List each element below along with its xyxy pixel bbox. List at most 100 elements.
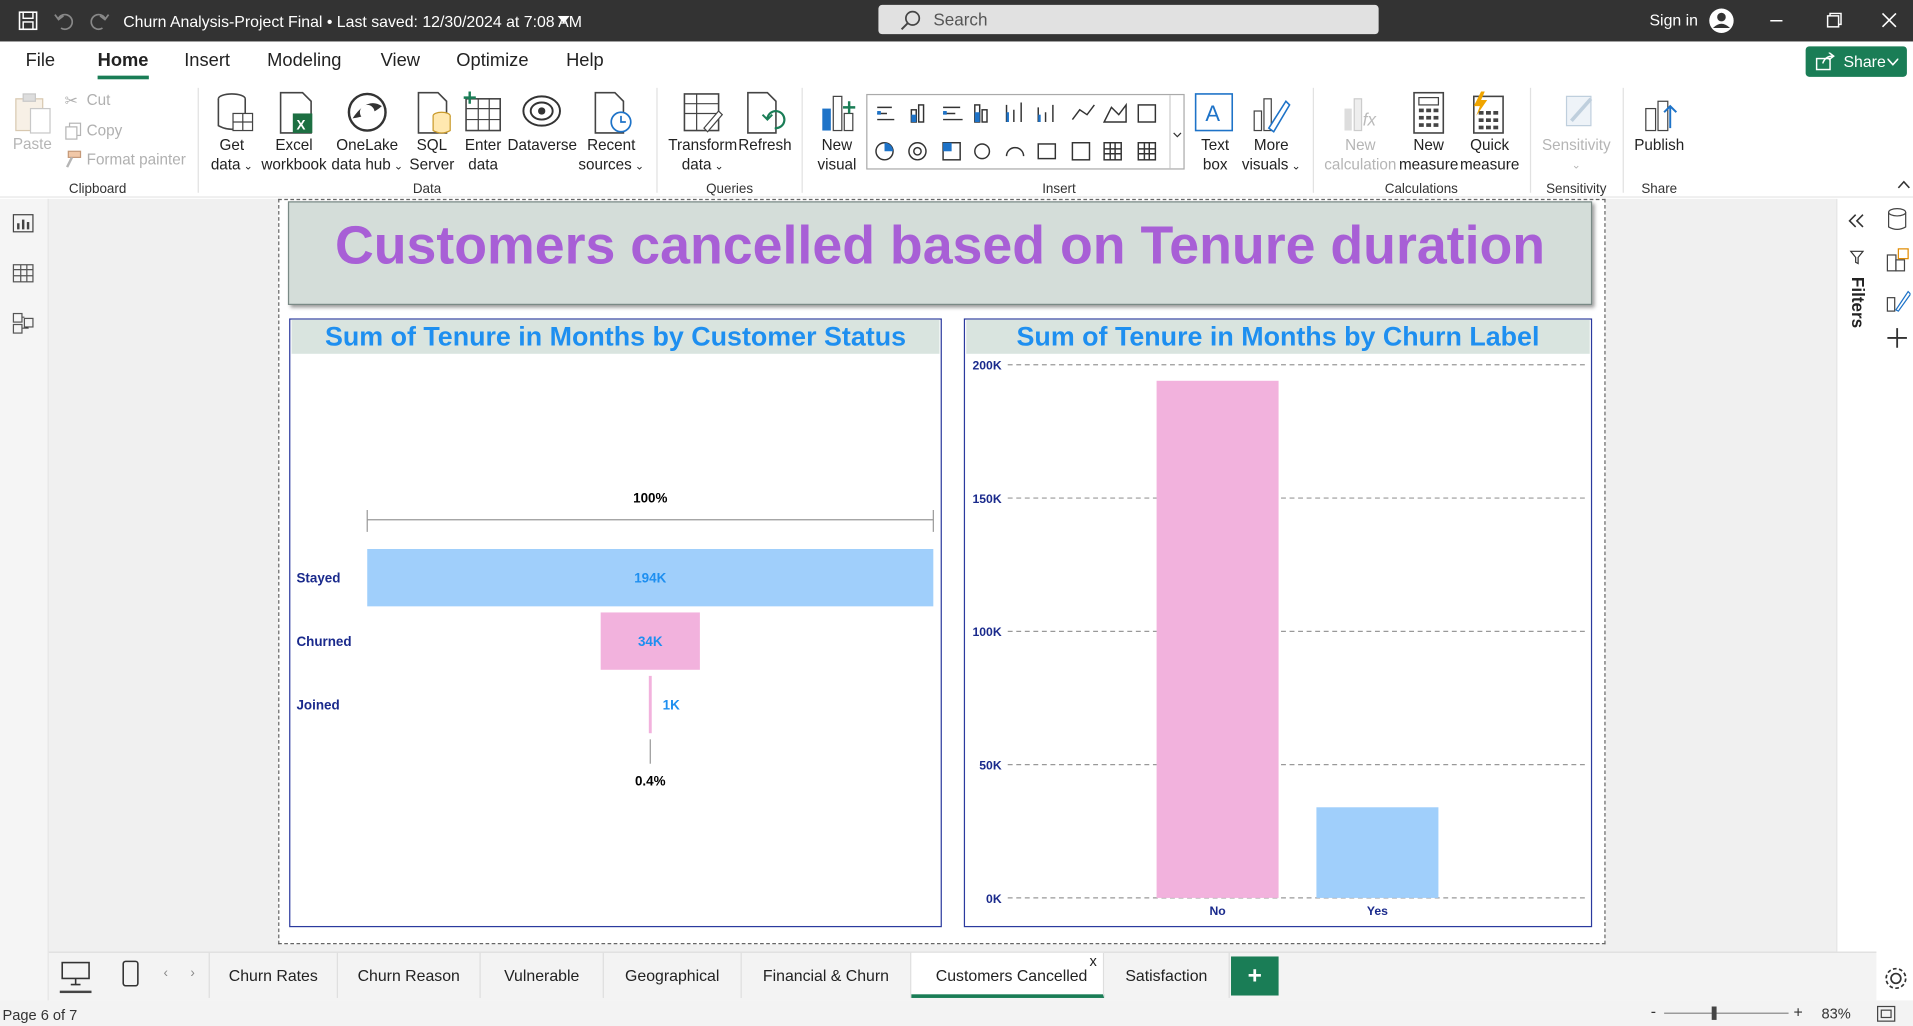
funnel-chart-card[interactable]: Sum of Tenure in Months by Customer Stat…	[289, 318, 942, 928]
new-measure-icon[interactable]	[1410, 91, 1447, 136]
zoom-slider-thumb[interactable]	[1711, 1006, 1717, 1020]
collapse-panes-icon[interactable]	[1847, 214, 1864, 229]
copy-button[interactable]: Copy	[87, 122, 123, 139]
sensitivity-button[interactable]: Sensitivity	[1535, 135, 1618, 155]
copy-icon[interactable]	[65, 122, 82, 140]
sql-server-icon[interactable]	[416, 91, 453, 136]
excel-workbook-button[interactable]: Excel workbook	[259, 135, 330, 174]
menu-home[interactable]: Home	[98, 50, 149, 71]
save-icon[interactable]	[18, 11, 38, 31]
undo-icon[interactable]	[54, 11, 74, 31]
queries-group-label: Queries	[706, 181, 754, 197]
format-painter-button[interactable]: Format painter	[87, 151, 186, 168]
filter-icon[interactable]	[1849, 250, 1865, 265]
sql-server-button[interactable]: SQL Server	[405, 135, 459, 174]
menu-help[interactable]: Help	[566, 50, 604, 71]
new-calc-label-2: calculation	[1324, 156, 1397, 174]
quick-measure-icon[interactable]	[1469, 91, 1508, 136]
quick-measure-button[interactable]: Quick measure	[1459, 135, 1520, 174]
data-group-label: Data	[412, 181, 442, 197]
tab-churn-reason[interactable]: Churn Reason	[338, 952, 481, 998]
tab-satisfaction[interactable]: Satisfaction	[1104, 952, 1230, 998]
get-data-icon[interactable]	[216, 92, 255, 136]
tabs-scroll-right-icon[interactable]: ›	[190, 966, 194, 981]
publish-button[interactable]: Publish	[1630, 135, 1689, 155]
minimize-icon[interactable]	[1769, 13, 1784, 28]
menu-optimize[interactable]: Optimize	[456, 50, 528, 71]
new-visual-button[interactable]: New visual	[810, 135, 864, 174]
desktop-layout-icon[interactable]	[61, 961, 90, 986]
bar-chart-card[interactable]: Sum of Tenure in Months by Churn Label 0…	[963, 318, 1593, 928]
paste-icon[interactable]	[12, 92, 53, 136]
share-button[interactable]: Share	[1805, 46, 1907, 77]
zoom-level: 83%	[1821, 1005, 1851, 1023]
report-title-banner[interactable]: Customers cancelled based on Tenure dura…	[287, 201, 1593, 305]
enter-data-icon[interactable]	[463, 91, 503, 133]
zoom-in-button[interactable]: +	[1793, 1003, 1802, 1021]
more-visuals-icon[interactable]	[1249, 92, 1291, 136]
enter-data-button[interactable]: Enter data	[459, 135, 508, 174]
restore-icon[interactable]	[1826, 12, 1842, 28]
tab-financial-churn[interactable]: Financial & Churn	[742, 952, 912, 998]
format-pane-icon[interactable]	[1886, 288, 1911, 312]
tab-vulnerable[interactable]: Vulnerable	[481, 952, 604, 998]
avatar-icon[interactable]	[1708, 7, 1735, 34]
new-visual-icon[interactable]	[817, 92, 858, 136]
visualizations-gallery[interactable]	[866, 93, 1185, 170]
new-measure-button[interactable]: New measure	[1398, 135, 1459, 174]
tabs-scroll-left-icon[interactable]: ‹	[163, 966, 167, 981]
excel-icon[interactable]: X	[278, 91, 315, 136]
format-painter-icon[interactable]	[62, 150, 82, 168]
collapse-ribbon-icon[interactable]	[1897, 179, 1910, 189]
tab-geographical[interactable]: Geographical	[604, 952, 742, 998]
data-pane-icon[interactable]	[1886, 207, 1908, 231]
layout-indicator	[59, 990, 92, 994]
onelake-icon[interactable]	[346, 92, 387, 133]
sign-in-link[interactable]: Sign in	[1649, 11, 1697, 29]
menu-insert[interactable]: Insert	[184, 50, 230, 71]
dataverse-button[interactable]: Dataverse	[508, 135, 578, 155]
sensitivity-icon[interactable]	[1559, 92, 1598, 131]
visualizations-pane-icon[interactable]	[1886, 248, 1910, 272]
zoom-slider[interactable]	[1664, 1012, 1789, 1014]
close-icon[interactable]	[1881, 12, 1897, 28]
refresh-icon[interactable]	[745, 91, 786, 136]
zoom-out-button[interactable]: -	[1651, 1002, 1656, 1020]
mobile-layout-icon[interactable]	[122, 960, 139, 987]
new-calculation-icon[interactable]: fx	[1342, 92, 1383, 136]
search-input[interactable]: Search	[878, 4, 1379, 35]
scissors-icon[interactable]: ✂	[65, 92, 78, 112]
dataverse-icon[interactable]	[521, 94, 562, 128]
recent-sources-icon[interactable]	[593, 91, 634, 136]
add-pane-icon[interactable]	[1886, 327, 1908, 349]
settings-gear-icon[interactable]	[1884, 966, 1908, 990]
tab-customers-cancelled[interactable]: Customers Cancelled x	[911, 952, 1105, 998]
more-visuals-button[interactable]: More visuals ⌄	[1241, 135, 1302, 175]
publish-icon[interactable]	[1641, 92, 1680, 133]
menu-modeling[interactable]: Modeling	[267, 50, 341, 71]
menu-file[interactable]: File	[26, 50, 55, 71]
tab-churn-rates[interactable]: Churn Rates	[208, 952, 338, 998]
redo-icon[interactable]	[90, 11, 110, 31]
report-view-icon[interactable]	[12, 214, 34, 234]
text-box-icon[interactable]: A	[1193, 92, 1234, 133]
cut-button[interactable]: Cut	[87, 92, 111, 109]
chevron-down-icon[interactable]	[557, 15, 570, 25]
new-calculation-button[interactable]: New calculation	[1323, 135, 1399, 174]
refresh-button[interactable]: Refresh	[737, 135, 793, 155]
bar-y-tick-label: 150K	[973, 492, 1002, 506]
add-page-button[interactable]: +	[1231, 956, 1279, 996]
get-data-button[interactable]: Get data ⌄	[207, 135, 256, 175]
bar	[1156, 380, 1279, 898]
onelake-button[interactable]: OneLake data hub ⌄	[329, 135, 405, 175]
filters-pane-tab[interactable]: Filters	[1843, 268, 1870, 341]
tab-close-icon[interactable]: x	[1089, 939, 1096, 984]
model-view-icon[interactable]	[12, 312, 34, 334]
transform-data-button[interactable]: Transform data ⌄	[666, 135, 739, 175]
recent-sources-button[interactable]: Recent sources ⌄	[576, 135, 647, 175]
transform-data-icon[interactable]	[682, 92, 724, 136]
fit-to-page-icon[interactable]	[1876, 1005, 1896, 1022]
menu-view[interactable]: View	[381, 50, 420, 71]
table-view-icon[interactable]	[12, 264, 34, 284]
text-box-button[interactable]: Text box	[1191, 135, 1240, 174]
